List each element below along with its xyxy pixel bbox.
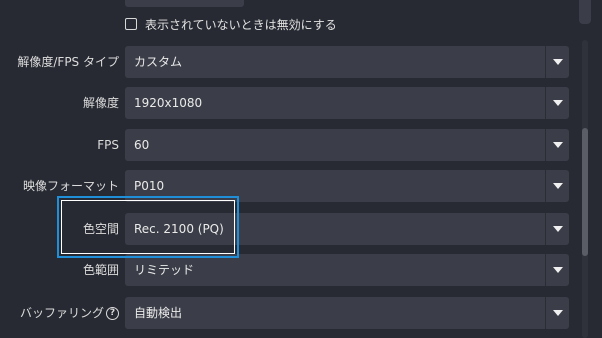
color-range-select[interactable]: リミテッド xyxy=(125,254,569,286)
resolution-select[interactable]: 1920x1080 xyxy=(125,87,569,119)
color-space-select[interactable]: Rec. 2100 (PQ) xyxy=(125,213,569,245)
chevron-down-icon xyxy=(553,100,563,106)
vertical-scrollbar[interactable] xyxy=(578,0,592,338)
dropdown-button[interactable] xyxy=(545,254,569,286)
select-value: 60 xyxy=(134,138,150,152)
setting-row-color-range: 色範囲 リミテッド xyxy=(0,254,570,286)
fps-select[interactable]: 60 xyxy=(125,129,569,161)
dropdown-button[interactable] xyxy=(545,213,569,245)
chevron-down-icon xyxy=(553,183,563,189)
setting-row-fps: FPS 60 xyxy=(0,129,570,161)
setting-label: 映像フォーマット xyxy=(22,179,119,193)
setting-row-buffering: バッファリング ? 自動検出 xyxy=(0,297,570,329)
deactivate-when-hidden-row[interactable]: 表示されていないときは無効にする xyxy=(125,14,337,34)
setting-row-color-space: 色空間 Rec. 2100 (PQ) xyxy=(0,213,570,245)
dropdown-button[interactable] xyxy=(545,170,569,202)
previous-control[interactable] xyxy=(125,0,244,7)
dropdown-button[interactable] xyxy=(545,129,569,161)
select-value: Rec. 2100 (PQ) xyxy=(134,222,224,236)
setting-label: バッファリング ? xyxy=(20,297,119,329)
chevron-down-icon xyxy=(553,226,563,232)
select-value: P010 xyxy=(134,179,165,193)
help-icon[interactable]: ? xyxy=(106,306,119,320)
deactivate-when-hidden-label: 表示されていないときは無効にする xyxy=(145,17,337,32)
chevron-down-icon xyxy=(553,267,563,273)
chevron-down-icon xyxy=(553,59,563,65)
dropdown-button[interactable] xyxy=(545,46,569,78)
resolution-fps-type-select[interactable]: カスタム xyxy=(125,46,569,78)
select-value: リミテッド xyxy=(134,263,195,277)
select-value: 自動検出 xyxy=(134,306,183,320)
chevron-down-icon xyxy=(553,142,563,148)
setting-row-resolution: 解像度 1920x1080 xyxy=(0,87,570,119)
dropdown-button[interactable] xyxy=(545,87,569,119)
select-value: 1920x1080 xyxy=(134,96,203,110)
scrollbar-top-segment[interactable] xyxy=(579,0,591,24)
setting-label: 色範囲 xyxy=(82,263,119,277)
setting-label: 色空間 xyxy=(82,222,119,236)
deactivate-when-hidden-checkbox[interactable] xyxy=(125,18,137,30)
setting-label: FPS xyxy=(97,138,119,152)
buffering-select[interactable]: 自動検出 xyxy=(125,297,569,329)
setting-label: 解像度/FPS タイプ xyxy=(17,55,119,69)
video-format-select[interactable]: P010 xyxy=(125,170,569,202)
setting-row-video-format: 映像フォーマット P010 xyxy=(0,170,570,202)
dropdown-button[interactable] xyxy=(545,297,569,329)
chevron-down-icon xyxy=(553,310,563,316)
setting-label: 解像度 xyxy=(82,96,119,110)
scrollbar-thumb[interactable] xyxy=(582,128,588,256)
select-value: カスタム xyxy=(134,55,183,69)
properties-panel: 表示されていないときは無効にする 解像度/FPS タイプ カスタム 解像度 19… xyxy=(0,0,602,338)
setting-row-resolution-fps-type: 解像度/FPS タイプ カスタム xyxy=(0,46,570,78)
